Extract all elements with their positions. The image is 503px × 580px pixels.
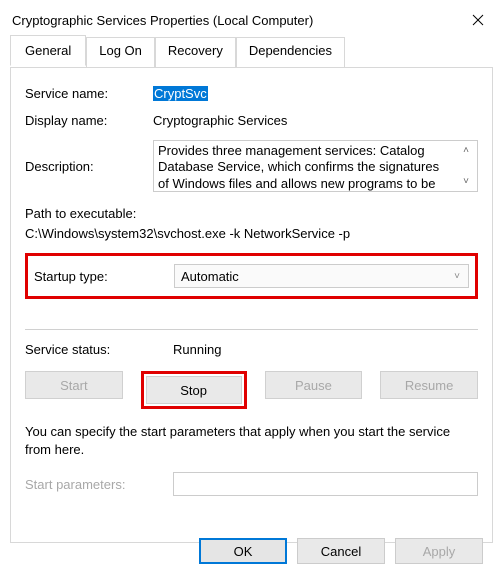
display-name-value: Cryptographic Services: [153, 113, 478, 128]
startup-type-value: Automatic: [181, 269, 239, 284]
close-icon: [472, 14, 484, 26]
tab-dependencies[interactable]: Dependencies: [236, 37, 345, 68]
service-name-value: CryptSvc: [153, 86, 478, 101]
startup-type-label: Startup type:: [34, 269, 174, 284]
display-name-label: Display name:: [25, 113, 153, 128]
service-status-value: Running: [173, 342, 221, 357]
tab-recovery[interactable]: Recovery: [155, 37, 236, 68]
service-name-label: Service name:: [25, 86, 153, 101]
tab-strip: General Log On Recovery Dependencies: [10, 37, 493, 68]
tab-logon[interactable]: Log On: [86, 37, 155, 68]
window-title: Cryptographic Services Properties (Local…: [12, 13, 313, 28]
apply-button[interactable]: Apply: [395, 538, 483, 564]
tab-panel-general: Service name: CryptSvc Display name: Cry…: [10, 67, 493, 543]
start-button[interactable]: Start: [25, 371, 123, 399]
chevron-up-icon: ˄: [463, 145, 469, 156]
path-label: Path to executable:: [25, 204, 478, 224]
resume-button[interactable]: Resume: [380, 371, 478, 399]
properties-dialog: Cryptographic Services Properties (Local…: [0, 0, 503, 580]
close-button[interactable]: [463, 7, 493, 33]
path-value: C:\Windows\system32\svchost.exe -k Netwo…: [25, 224, 478, 244]
pause-button[interactable]: Pause: [265, 371, 363, 399]
chevron-down-icon: ˅: [463, 176, 469, 187]
tab-general[interactable]: General: [10, 35, 86, 66]
description-scrollbar[interactable]: ˄ ˅: [455, 141, 477, 191]
cancel-button[interactable]: Cancel: [297, 538, 385, 564]
titlebar: Cryptographic Services Properties (Local…: [0, 0, 503, 36]
chevron-down-icon: ˅: [454, 271, 460, 282]
dialog-footer: OK Cancel Apply: [199, 528, 499, 574]
stop-button[interactable]: Stop: [146, 376, 242, 404]
stop-button-highlight: Stop: [141, 371, 247, 409]
description-label: Description:: [25, 159, 153, 174]
divider: [25, 329, 478, 330]
startup-type-row: Startup type: Automatic ˅: [25, 253, 478, 299]
startup-type-select[interactable]: Automatic ˅: [174, 264, 469, 288]
service-status-label: Service status:: [25, 342, 173, 357]
start-params-input[interactable]: [173, 472, 478, 496]
description-text: Provides three management services: Cata…: [154, 141, 455, 191]
help-text: You can specify the start parameters tha…: [25, 423, 478, 458]
start-params-label: Start parameters:: [25, 477, 173, 492]
ok-button[interactable]: OK: [199, 538, 287, 564]
description-box: Provides three management services: Cata…: [153, 140, 478, 192]
